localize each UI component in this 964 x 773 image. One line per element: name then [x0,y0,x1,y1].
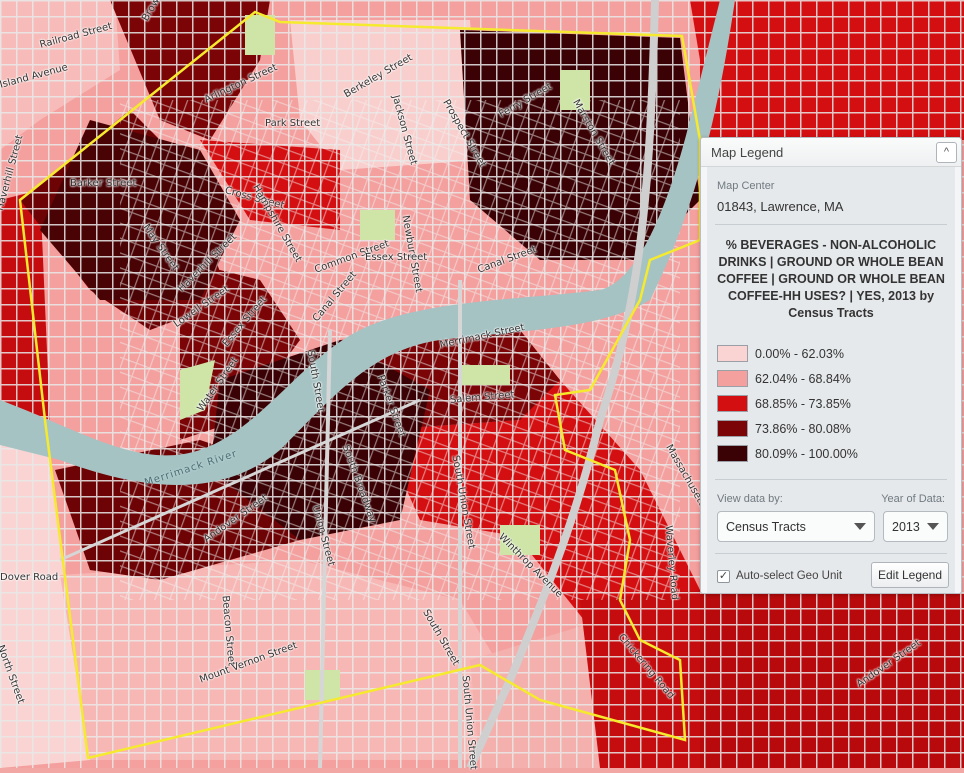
map-center-value: 01843, Lawrence, MA [717,199,844,214]
legend-body: Map Center 01843, Lawrence, MA % BEVERAG… [707,167,955,593]
park [500,525,540,555]
park [460,365,510,385]
year-label: Year of Data: [881,493,945,505]
divider [715,479,947,480]
legend-swatch [717,420,748,437]
year-select[interactable]: 2013 [883,511,948,542]
legend-row: 62.04% - 68.84% [717,367,858,390]
legend-swatch [717,345,748,362]
park [560,70,590,110]
autoselect-label: Auto-select Geo Unit [736,570,843,582]
legend-header: Map Legend ^ [701,138,961,167]
legend-title: Map Legend [711,145,784,160]
legend-row: 68.85% - 73.85% [717,392,858,415]
legend-swatch [717,370,748,387]
legend-swatch [717,395,748,412]
legend-range: 73.86% - 80.08% [755,421,851,436]
geo-unit-select[interactable]: Census Tracts [717,511,875,542]
park [360,210,395,240]
chevron-up-icon: ^ [943,146,950,158]
legend-heading: % BEVERAGES - NON-ALCOHOLIC DRINKS | GRO… [717,238,945,320]
legend-row: 73.86% - 80.08% [717,417,858,440]
map-legend-panel: Map Legend ^ Map Center 01843, Lawrence,… [700,137,962,594]
geo-unit-value: Census Tracts [726,520,806,534]
edit-legend-button[interactable]: Edit Legend [871,562,949,588]
view-by-label: View data by: [717,493,783,505]
divider [715,553,947,554]
chevron-down-icon [854,523,866,530]
legend-row: 80.09% - 100.00% [717,442,858,465]
legend-swatch [717,445,748,462]
autoselect-checkbox[interactable]: ✓ [717,570,730,583]
divider [715,224,947,225]
legend-range: 62.04% - 68.84% [755,371,851,386]
collapse-button[interactable]: ^ [936,142,957,163]
legend-items: 0.00% - 62.03% 62.04% - 68.84% 68.85% - … [717,342,858,467]
legend-row: 0.00% - 62.03% [717,342,858,365]
legend-range: 68.85% - 73.85% [755,396,851,411]
park [245,15,275,55]
legend-range: 0.00% - 62.03% [755,346,844,361]
chevron-down-icon [927,523,939,530]
legend-range: 80.09% - 100.00% [755,446,858,461]
year-value: 2013 [892,520,920,534]
map-center-label: Map Center [717,180,775,192]
